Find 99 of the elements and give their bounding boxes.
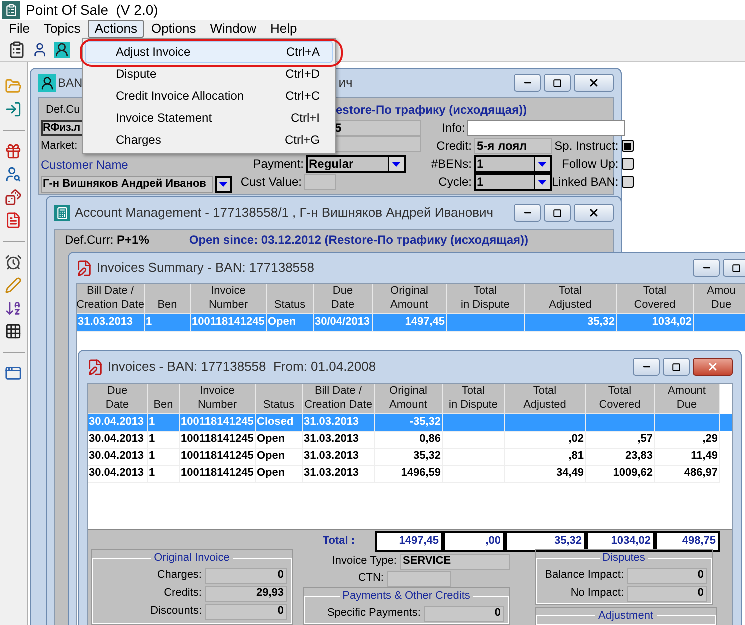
menu-item[interactable]: Adjust Invoice Ctrl+A	[85, 41, 333, 63]
table-cell: 1009,62	[586, 465, 655, 482]
table-cell: 1034,02	[617, 314, 694, 332]
group-title: Disputes	[602, 551, 646, 566]
total-label: Total :	[322, 534, 356, 549]
menu-item[interactable]: Credit Invoice Allocation Ctrl+C	[85, 85, 333, 107]
field-label: Follow Up:	[562, 156, 619, 173]
invoice-type-field[interactable]: SERVICE	[400, 554, 510, 570]
field-label: Cycle:	[438, 174, 472, 191]
def-curr-text: Def.Curr: P+1%	[65, 232, 150, 249]
menu-item[interactable]: File	[2, 20, 37, 38]
field-label: Discounts:	[150, 604, 202, 620]
total-field: 35,32	[505, 531, 586, 552]
field-label: Balance Impact:	[545, 568, 624, 584]
column-header[interactable]: Invoice Number	[191, 284, 267, 314]
table-cell: 31.03.2013	[77, 314, 145, 332]
table-cell: 31.03.2013	[303, 465, 375, 482]
table-cell: 100118141245	[180, 465, 256, 482]
table-cell: 486,97	[655, 465, 720, 482]
field-label: Def.Cu	[45, 102, 80, 118]
column-header[interactable]: Ben	[148, 384, 180, 414]
field-label: Customer Name	[41, 157, 128, 174]
window-title: ич	[338, 74, 353, 92]
window-title: Point Of Sale (V 2.0)	[26, 0, 158, 20]
open-since-text: estore-По трафику (исходящая))	[336, 103, 528, 117]
table-cell: 100118141245	[191, 314, 267, 332]
field-label: No Impact:	[570, 586, 624, 602]
menu-item[interactable]: Help	[264, 20, 304, 38]
column-header[interactable]: Total Adjusted	[505, 384, 586, 414]
column-header[interactable]: Total Covered	[586, 384, 655, 414]
column-header[interactable]: Status	[256, 384, 303, 414]
column-header[interactable]: Total in Dispute	[443, 384, 505, 414]
customer-name-field[interactable]: Г-н Вишняков Андрей Иванов	[41, 176, 213, 192]
total-field: 1034,02	[586, 531, 655, 552]
menu-item[interactable]: Dispute Ctrl+D	[85, 63, 333, 85]
window-title: Account Management - 177138558/1 , Г-н Вишняков Андрей Иванович	[75, 204, 494, 222]
column-header[interactable]: Bill Date / Creation Date	[303, 384, 375, 414]
menu-item[interactable]: Actions	[88, 20, 144, 38]
field-label: Specific Payments:	[327, 606, 421, 622]
window-title: Invoices Summary - BAN: 177138558	[97, 259, 314, 278]
column-header[interactable]: Amount Due	[655, 384, 720, 414]
menu-item[interactable]: Invoice Statement Ctrl+I	[85, 107, 333, 129]
window-title: Invoices - BAN: 177138558 From: 01.04.2008	[108, 358, 376, 376]
value-field[interactable]: 29,93	[205, 586, 287, 602]
column-header[interactable]: Total Covered	[617, 284, 694, 314]
value-field[interactable]: 0	[627, 568, 707, 584]
window-title: BAN	[58, 75, 83, 92]
column-header[interactable]: Due Date	[88, 384, 148, 414]
column-header[interactable]: Original Amount	[375, 384, 443, 414]
field-label: Cust Value:	[240, 174, 302, 191]
column-header[interactable]: Bill Date / Creation Date	[77, 284, 145, 314]
value-field[interactable]: 0	[424, 606, 504, 622]
menu-item[interactable]: Window	[203, 20, 264, 38]
total-field: 1497,45	[375, 531, 443, 552]
value-field[interactable]: 0	[205, 568, 287, 584]
field-label: Charges:	[157, 568, 202, 584]
menu-item[interactable]: Charges Ctrl+G	[85, 129, 333, 151]
column-header[interactable]: Invoice Number	[180, 384, 256, 414]
bens-dropdown[interactable]: 1	[474, 155, 552, 173]
group-title: Adjustment	[597, 608, 655, 624]
field-label: Invoice Type:	[332, 554, 397, 570]
table-cell: 1	[148, 465, 180, 482]
field-label: CTN:	[357, 571, 384, 586]
value-field[interactable]: 0	[205, 604, 287, 620]
total-field: 498,75	[655, 531, 720, 552]
field-label: Credits:	[164, 586, 202, 602]
table-cell: Open	[256, 465, 303, 482]
field-label: Payment:	[253, 156, 304, 173]
table-cell: 34,49	[505, 465, 586, 482]
open-since-text: Open since: 03.12.2012 (Restore-По трафику (исходящая))	[189, 232, 529, 249]
field-label: Credit:	[436, 138, 472, 155]
table-cell: 30.04.2013	[88, 465, 148, 482]
field-label: Linked BAN:	[552, 174, 619, 191]
table-cell: 30/04/2013	[314, 314, 373, 332]
column-header[interactable]: Total Adjusted	[525, 284, 617, 314]
column-header[interactable]: Status	[267, 284, 314, 314]
field-label: Sp. Instruct:	[554, 138, 619, 155]
column-header[interactable]: Amou Due	[694, 284, 745, 314]
cycle-dropdown[interactable]: 1	[474, 173, 552, 191]
table-cell: Open	[267, 314, 314, 332]
field-label: #BENs:	[431, 156, 472, 173]
field-label: Info:	[442, 120, 466, 137]
group-title: Original Invoice	[153, 551, 231, 566]
table-cell: 1496,59	[375, 465, 443, 482]
table-cell: 1497,45	[373, 314, 447, 332]
menu-item[interactable]: Options	[144, 20, 204, 38]
column-header[interactable]: Due Date	[314, 284, 373, 314]
table-cell: 1	[145, 314, 191, 332]
table-cell: 35,32	[525, 314, 617, 332]
column-header[interactable]: Total in Dispute	[447, 284, 525, 314]
credit-field[interactable]: 5-я лоял	[474, 138, 552, 154]
field-label: Market:	[41, 139, 78, 154]
value-field[interactable]: 0	[627, 586, 707, 602]
menu-item[interactable]: Topics	[36, 20, 88, 38]
column-header[interactable]: Original Amount	[373, 284, 447, 314]
column-header[interactable]: Ben	[145, 284, 191, 314]
total-field: ,00	[443, 531, 505, 552]
payment-dropdown[interactable]: Regular	[306, 155, 406, 173]
group-title: Payments & Other Credits	[342, 589, 472, 604]
